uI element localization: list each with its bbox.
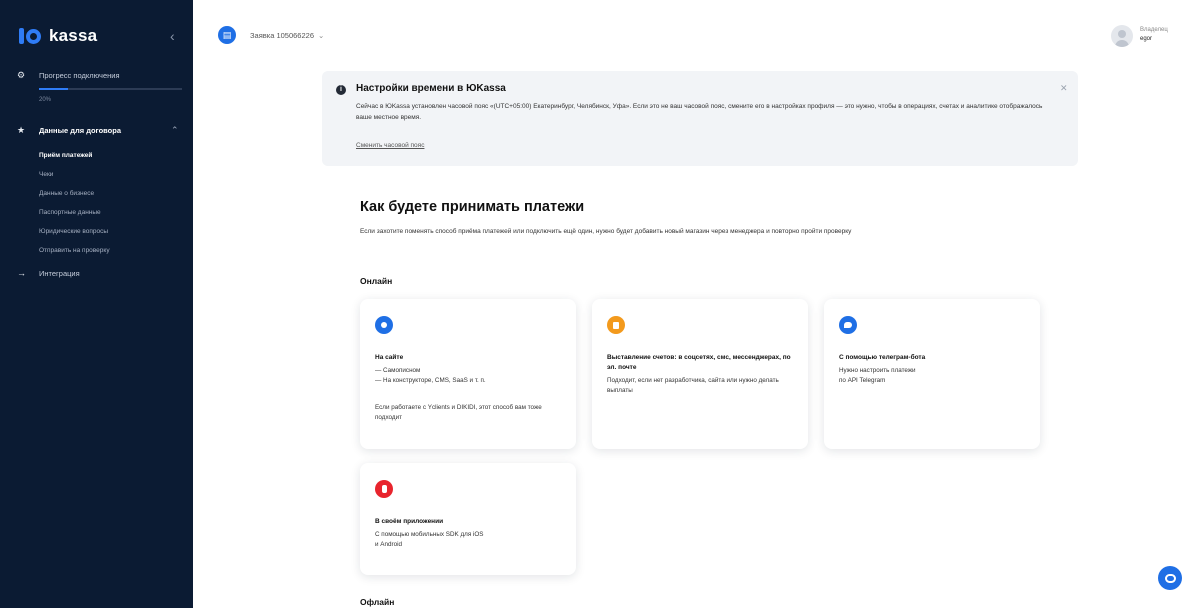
card-title: На сайте xyxy=(375,354,404,361)
owner-name: egor xyxy=(1140,36,1153,42)
card-line: — Самописном xyxy=(375,367,421,374)
card-invoices[interactable]: Выставление счетов: в соцсетях, смс, мес… xyxy=(592,299,808,449)
card-line: Нужно настроить платежи xyxy=(839,367,916,374)
card-in-app[interactable]: В своём приложении С помощью мобильных S… xyxy=(360,463,576,575)
card-line: и Android xyxy=(375,541,402,548)
sidebar-item-label: Прогресс подключения xyxy=(39,71,120,80)
store-icon[interactable]: ▤ xyxy=(218,26,236,44)
invoice-icon xyxy=(607,316,625,334)
sidebar-item-label: Данные для договора xyxy=(39,126,122,135)
chevron-down-icon: ⌄ xyxy=(318,31,325,40)
logo-mark-icon xyxy=(19,28,41,44)
chevron-up-icon[interactable]: ⌃ xyxy=(171,125,179,136)
alert-title: Настройки времени в ЮKassa xyxy=(356,83,506,94)
card-title: С помощью телеграм-бота xyxy=(839,354,926,361)
kassa-logo[interactable]: kassa xyxy=(19,26,97,46)
card-line: по API Telegram xyxy=(839,377,886,384)
star-icon: ★ xyxy=(17,125,26,135)
sidebar-subitem-payments[interactable]: Приём платежей xyxy=(39,150,110,169)
owner-info[interactable]: Владелец egor xyxy=(1140,26,1168,44)
telegram-icon xyxy=(839,316,857,334)
card-title: В своём приложении xyxy=(375,518,444,525)
shop-selector[interactable]: Заявка 105066226 ⌄ xyxy=(250,31,324,40)
progress-value: 20% xyxy=(39,97,52,103)
sidebar-item-contract[interactable]: ★ Данные для договора xyxy=(17,125,121,136)
sidebar-subitem-business[interactable]: Данные о бизнесе xyxy=(39,188,110,207)
info-icon: i xyxy=(336,85,346,95)
alert-text: Сейчас в ЮKassa установлен часовой пояс … xyxy=(356,103,1043,121)
card-line: С помощью мобильных SDK для iOS xyxy=(375,531,484,538)
card-on-site[interactable]: На сайте — Самописном — На конструкторе,… xyxy=(360,299,576,449)
page-title: Как будете принимать платежи xyxy=(360,199,585,215)
sidebar-subitem-receipts[interactable]: Чеки xyxy=(39,169,110,188)
card-line: — На конструкторе, CMS, SaaS и т. п. xyxy=(375,377,486,384)
sidebar-item-progress[interactable]: ⚙ Прогресс подключения xyxy=(17,70,120,81)
avatar[interactable] xyxy=(1111,25,1133,47)
close-icon[interactable]: ✕ xyxy=(1060,83,1068,94)
contract-subitems: Приём платежей Чеки Данные о бизнесе Пас… xyxy=(39,150,110,264)
card-line: Подходит, если нет разработчика, сайта и… xyxy=(607,377,779,394)
app-icon xyxy=(375,480,393,498)
card-telegram-bot[interactable]: С помощью телеграм-бота Нужно настроить … xyxy=(824,299,1040,449)
top-bar: ▤ Заявка 105066226 ⌄ Владелец egor xyxy=(193,0,1194,62)
section-offline-title: Офлайн xyxy=(360,597,395,607)
sidebar-subitem-passport[interactable]: Паспортные данные xyxy=(39,207,110,226)
arrow-right-icon: → xyxy=(17,268,26,278)
section-online-title: Онлайн xyxy=(360,276,393,286)
sidebar-subitem-legal[interactable]: Юридические вопросы xyxy=(39,226,110,245)
sidebar-item-label: Интеграция xyxy=(39,268,80,278)
globe-icon xyxy=(375,316,393,334)
chevron-left-icon[interactable]: ‹ xyxy=(170,29,175,43)
logo-text: kassa xyxy=(49,26,98,45)
sidebar-item-integration[interactable]: → Интеграция xyxy=(17,268,80,278)
sidebar-subitem-submit[interactable]: Отправить на проверку xyxy=(39,245,110,264)
change-timezone-link[interactable]: Сменить часовой пояс xyxy=(356,142,424,149)
gear-icon: ⚙ xyxy=(17,70,26,80)
chat-icon[interactable] xyxy=(1158,566,1182,590)
sidebar: kassa ‹ ⚙ Прогресс подключения 20% ★ Дан… xyxy=(0,0,193,608)
page-description: Если захотите поменять способ приёма пла… xyxy=(360,228,852,235)
progress-bar xyxy=(39,88,182,90)
card-title: Выставление счетов: в соцсетях, смс, мес… xyxy=(607,354,791,371)
card-note: Если работаете с Yclients и DIKIDI, этот… xyxy=(375,404,542,421)
owner-label: Владелец xyxy=(1140,27,1168,33)
shop-name: Заявка 105066226 xyxy=(250,31,314,40)
timezone-alert: i Настройки времени в ЮKassa Сейчас в ЮK… xyxy=(322,71,1078,166)
